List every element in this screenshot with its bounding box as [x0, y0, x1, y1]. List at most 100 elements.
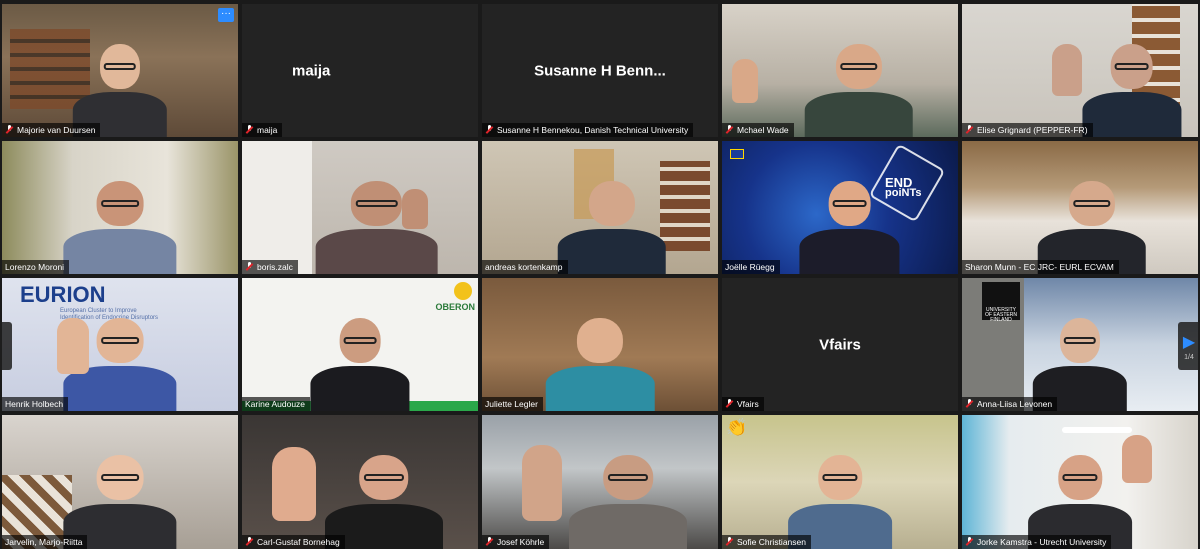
- participant-display-name: Vfairs: [819, 336, 861, 353]
- muted-mic-icon: [245, 262, 254, 272]
- video-feed: END poiNTs: [722, 141, 958, 274]
- muted-mic-icon: [245, 537, 254, 547]
- participant-name: Sofie Christiansen: [737, 537, 806, 547]
- participant-tile[interactable]: maija maija: [242, 4, 478, 137]
- muted-mic-icon: [725, 125, 734, 135]
- participant-tile[interactable]: Elise Grignard (PEPPER-FR): [962, 4, 1198, 137]
- participant-nameplate: Karine Audouze: [242, 397, 311, 411]
- participant-tile-active-speaker[interactable]: END poiNTs Joëlle Rüegg: [722, 141, 958, 274]
- participant-nameplate: Carl-Gustaf Bornehag: [242, 535, 345, 549]
- participant-name: Juliette Legler: [485, 399, 538, 409]
- video-feed: 👏: [722, 415, 958, 549]
- participant-name: Vfairs: [737, 399, 759, 409]
- participant-name: Josef Köhrle: [497, 537, 545, 547]
- participant-name: Henrik Holbech: [5, 399, 64, 409]
- participant-name: Joëlle Rüegg: [725, 262, 775, 272]
- eurion-logo: EURION: [20, 282, 106, 307]
- video-feed: OBERON: [242, 278, 478, 411]
- chevron-right-icon: ▶: [1182, 333, 1196, 351]
- muted-mic-icon: [725, 537, 734, 547]
- participant-name: boris.zalc: [257, 262, 293, 272]
- participant-name: Majorie van Duursen: [17, 125, 96, 135]
- muted-mic-icon: [485, 537, 494, 547]
- participant-tile[interactable]: Vfairs Vfairs: [722, 278, 958, 411]
- muted-mic-icon: [245, 125, 254, 135]
- participant-nameplate: Jorke Kamstra - Utrecht University: [962, 535, 1112, 549]
- participant-nameplate: Mchael Wade: [722, 123, 794, 137]
- muted-mic-icon: [965, 537, 974, 547]
- muted-mic-icon: [5, 125, 14, 135]
- video-feed: [482, 415, 718, 549]
- video-feed: [242, 141, 478, 274]
- video-grid: ··· Majorie van Duursen maija maija Susa…: [0, 4, 1200, 549]
- video-feed: [2, 141, 238, 274]
- participant-name: Jorke Kamstra - Utrecht University: [977, 537, 1107, 547]
- participant-nameplate: Henrik Holbech: [2, 397, 69, 411]
- participant-tile[interactable]: 👏 Sofie Christiansen: [722, 415, 958, 549]
- video-feed: UNIVERSITY OF EASTERN FINLAND: [962, 278, 1198, 411]
- participant-tile[interactable]: boris.zalc: [242, 141, 478, 274]
- participant-nameplate: Joëlle Rüegg: [722, 260, 780, 274]
- video-feed: [482, 141, 718, 274]
- university-logo-badge: UNIVERSITY OF EASTERN FINLAND: [982, 282, 1020, 323]
- participant-name: Elise Grignard (PEPPER-FR): [977, 125, 1088, 135]
- participant-nameplate: Elise Grignard (PEPPER-FR): [962, 123, 1093, 137]
- participant-tile[interactable]: EURION European Cluster to Improve Ident…: [2, 278, 238, 411]
- participant-nameplate: Sharon Munn - EC JRC- EURL ECVAM: [962, 260, 1119, 274]
- oberon-logo: OBERON: [435, 302, 475, 312]
- video-feed: [962, 141, 1198, 274]
- participant-nameplate: Vfairs: [722, 397, 764, 411]
- muted-mic-icon: [965, 125, 974, 135]
- participant-tile[interactable]: ··· Majorie van Duursen: [2, 4, 238, 137]
- participant-tile[interactable]: Jarvelin, Marjo-Riitta: [2, 415, 238, 549]
- participant-tile[interactable]: Mchael Wade: [722, 4, 958, 137]
- participant-name: Lorenzo Moroni: [5, 262, 65, 272]
- participant-name: Mchael Wade: [737, 125, 789, 135]
- participant-nameplate: Josef Köhrle: [482, 535, 550, 549]
- video-feed: [962, 415, 1198, 549]
- muted-mic-icon: [965, 399, 974, 409]
- video-feed: [962, 4, 1198, 137]
- participant-nameplate: Majorie van Duursen: [2, 123, 101, 137]
- participant-nameplate: Sofie Christiansen: [722, 535, 811, 549]
- participant-nameplate: Anna-Liisa Levonen: [962, 397, 1058, 411]
- participant-tile[interactable]: UNIVERSITY OF EASTERN FINLAND Anna-Liisa…: [962, 278, 1198, 411]
- participant-name: Anna-Liisa Levonen: [977, 399, 1053, 409]
- participant-tile[interactable]: Lorenzo Moroni: [2, 141, 238, 274]
- participant-tile[interactable]: Susanne H Benn... Susanne H Bennekou, Da…: [482, 4, 718, 137]
- participant-nameplate: Susanne H Bennekou, Danish Technical Uni…: [482, 123, 694, 137]
- muted-mic-icon: [725, 399, 734, 409]
- participant-name: Carl-Gustaf Bornehag: [257, 537, 340, 547]
- clap-reaction-icon: 👏: [726, 418, 748, 437]
- page-indicator: 1/4: [1184, 353, 1194, 361]
- participant-tile[interactable]: andreas kortenkamp: [482, 141, 718, 274]
- participant-nameplate: boris.zalc: [242, 260, 298, 274]
- participant-name: Karine Audouze: [245, 399, 306, 409]
- participant-tile[interactable]: OBERON Karine Audouze: [242, 278, 478, 411]
- participant-name: Sharon Munn - EC JRC- EURL ECVAM: [965, 262, 1114, 272]
- participant-name: maija: [257, 125, 278, 135]
- participant-display-name: Susanne H Benn...: [534, 62, 666, 79]
- next-page-button[interactable]: ▶ 1/4: [1178, 322, 1200, 370]
- participant-nameplate: Lorenzo Moroni: [2, 260, 70, 274]
- participant-nameplate: Juliette Legler: [482, 397, 543, 411]
- participant-name: Jarvelin, Marjo-Riitta: [5, 537, 83, 547]
- participant-name: Susanne H Bennekou, Danish Technical Uni…: [497, 125, 689, 135]
- previous-page-button[interactable]: [0, 322, 12, 370]
- participant-nameplate: Jarvelin, Marjo-Riitta: [2, 535, 88, 549]
- participant-tile[interactable]: Carl-Gustaf Bornehag: [242, 415, 478, 549]
- participant-name: andreas kortenkamp: [485, 262, 563, 272]
- video-feed: [722, 4, 958, 137]
- participant-tile[interactable]: Juliette Legler: [482, 278, 718, 411]
- video-feed: [482, 278, 718, 411]
- muted-mic-icon: [485, 125, 494, 135]
- participant-nameplate: maija: [242, 123, 283, 137]
- participant-tile[interactable]: Sharon Munn - EC JRC- EURL ECVAM: [962, 141, 1198, 274]
- participant-nameplate: andreas kortenkamp: [482, 260, 568, 274]
- video-feed: [2, 415, 238, 549]
- participant-tile[interactable]: Josef Köhrle: [482, 415, 718, 549]
- video-feed: [2, 4, 238, 137]
- video-feed: [242, 415, 478, 549]
- participant-tile[interactable]: Jorke Kamstra - Utrecht University: [962, 415, 1198, 549]
- more-options-button[interactable]: ···: [218, 8, 234, 22]
